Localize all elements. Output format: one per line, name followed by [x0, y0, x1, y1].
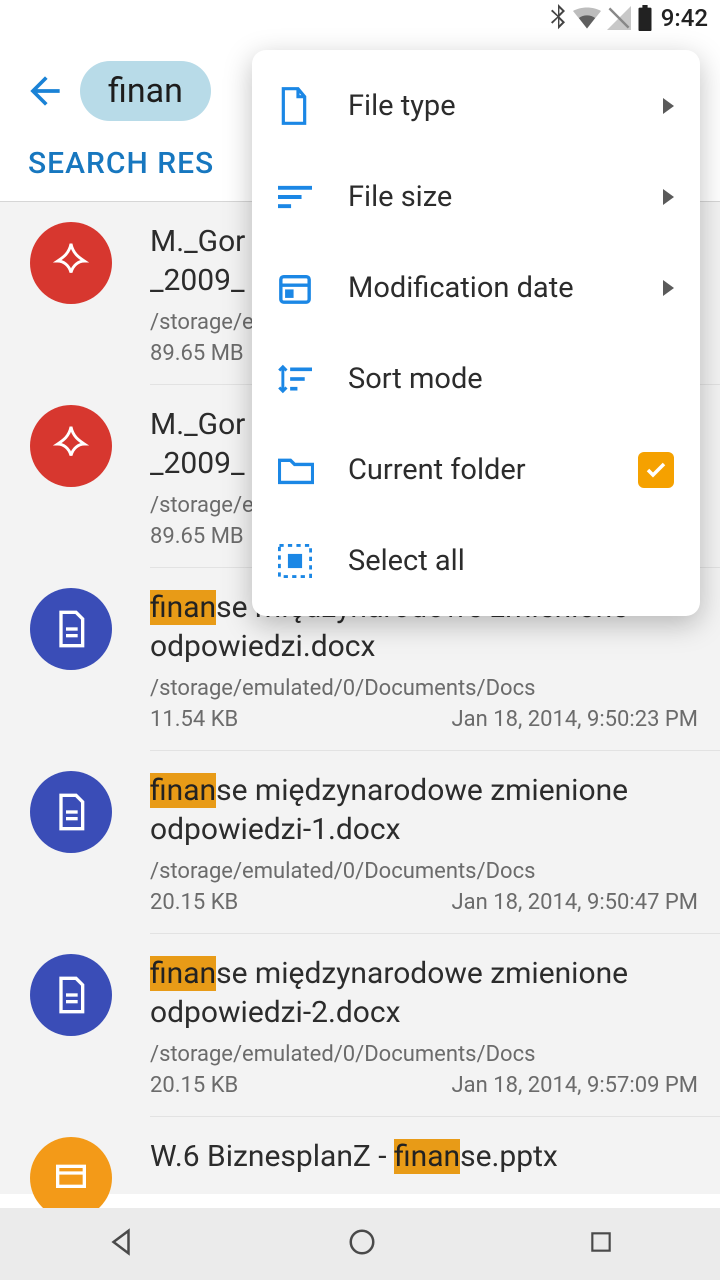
triangle-icon — [106, 1227, 136, 1257]
back-button[interactable] — [10, 69, 80, 113]
folder-icon — [278, 455, 314, 485]
doc-icon — [30, 771, 112, 853]
nav-home-button[interactable] — [347, 1227, 377, 1261]
filter-menu: File type File size Modification date So… — [252, 50, 700, 616]
result-row[interactable]: finanse międzynarodowe zmienione odpowie… — [0, 751, 720, 934]
square-icon — [588, 1229, 614, 1255]
pdf-icon — [30, 222, 112, 304]
search-query-text: finan — [108, 71, 183, 111]
file-path: /storage/emulated/0/Documents/Docs — [150, 676, 698, 701]
doc-icon — [30, 588, 112, 670]
doc-icon — [30, 954, 112, 1036]
file-path: /storage/emulated/0/Documents/Docs — [150, 1042, 698, 1067]
status-icons — [549, 4, 653, 32]
file-title: W.6 BiznesplanZ - finanse.pptx — [150, 1137, 698, 1176]
menu-sort-mode[interactable]: Sort mode — [252, 333, 700, 424]
battery-icon — [637, 5, 653, 31]
file-size: 20.15 KB — [150, 1073, 238, 1098]
file-title: finanse międzynarodowe zmienione odpowie… — [150, 771, 698, 849]
search-input[interactable]: finan — [80, 61, 211, 121]
menu-select-all[interactable]: Select all — [252, 515, 700, 606]
sort-mode-icon — [278, 364, 312, 394]
chevron-right-icon — [663, 280, 674, 296]
menu-file-type[interactable]: File type — [252, 60, 700, 151]
file-icon — [278, 87, 310, 125]
checkbox-checked-icon[interactable] — [638, 452, 674, 488]
file-size: 89.65 MB — [150, 341, 244, 366]
arrow-left-icon — [23, 69, 67, 113]
calendar-icon — [278, 271, 312, 305]
system-nav-bar — [0, 1208, 720, 1280]
menu-current-folder[interactable]: Current folder — [252, 424, 700, 515]
signal-icon — [607, 6, 631, 30]
file-size: 89.65 MB — [150, 524, 244, 549]
file-date: Jan 18, 2014, 9:50:23 PM — [452, 707, 699, 732]
circle-icon — [347, 1227, 377, 1257]
bluetooth-icon — [549, 4, 567, 32]
chevron-right-icon — [663, 98, 674, 114]
chevron-right-icon — [663, 189, 674, 205]
status-clock: 9:42 — [661, 4, 708, 32]
file-size: 11.54 KB — [150, 707, 238, 732]
file-title: finanse międzynarodowe zmienione odpowie… — [150, 954, 698, 1032]
menu-file-size[interactable]: File size — [252, 151, 700, 242]
nav-recent-button[interactable] — [588, 1229, 614, 1259]
file-path: /storage/emulated/0/Documents/Docs — [150, 859, 698, 884]
nav-back-button[interactable] — [106, 1227, 136, 1261]
result-row[interactable]: W.6 BiznesplanZ - finanse.pptx — [0, 1117, 720, 1194]
file-date: Jan 18, 2014, 9:50:47 PM — [452, 890, 699, 915]
result-row[interactable]: finanse międzynarodowe zmienione odpowie… — [0, 934, 720, 1117]
menu-modification-date[interactable]: Modification date — [252, 242, 700, 333]
wifi-icon — [573, 7, 601, 29]
pdf-icon — [30, 405, 112, 487]
file-size: 20.15 KB — [150, 890, 238, 915]
ppt-icon — [30, 1137, 112, 1219]
sort-icon — [278, 184, 312, 210]
file-date: Jan 18, 2014, 9:57:09 PM — [452, 1073, 699, 1098]
status-bar: 9:42 — [0, 0, 720, 36]
select-all-icon — [278, 544, 312, 578]
